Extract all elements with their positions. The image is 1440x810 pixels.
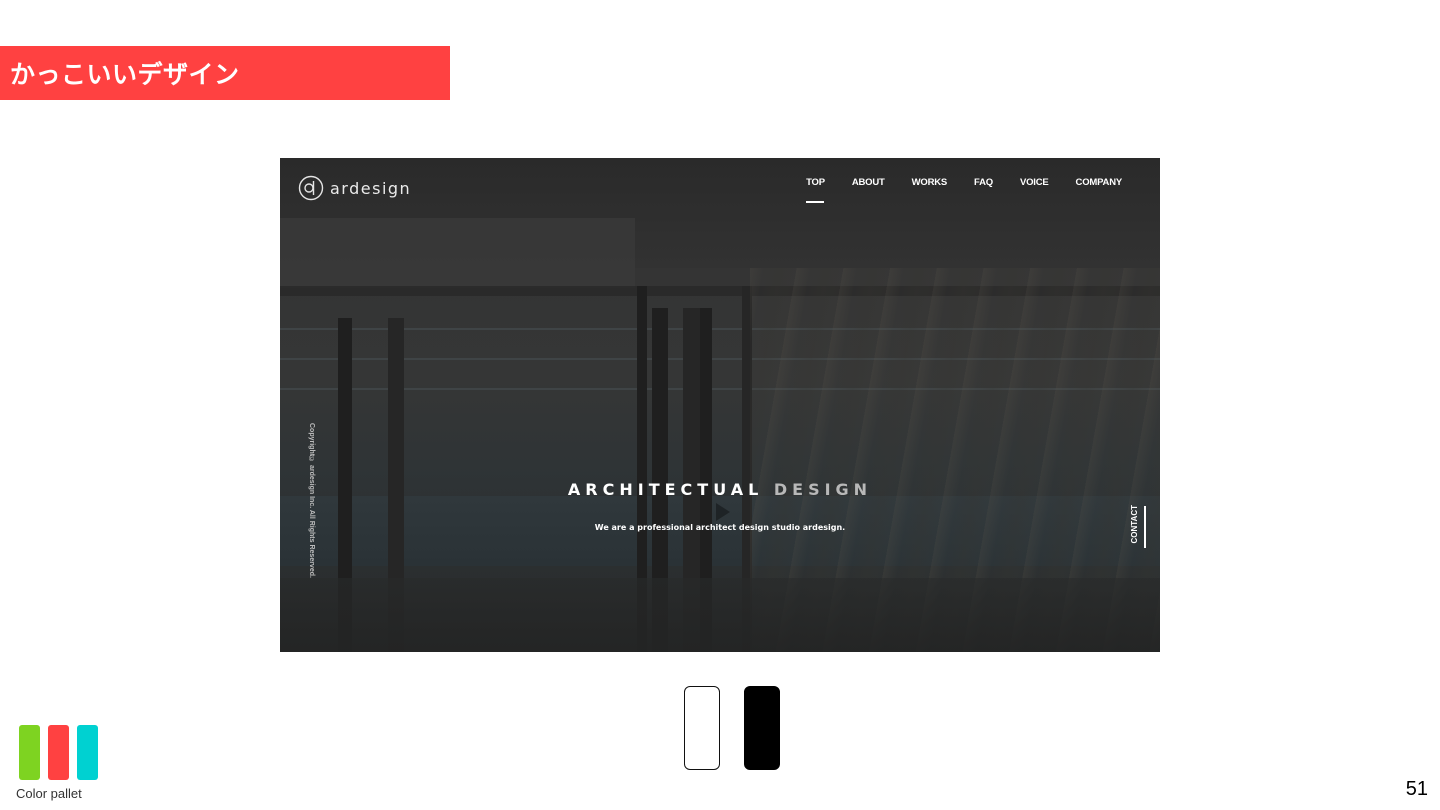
nav-item-works[interactable]: WORKS — [912, 177, 948, 188]
nav-item-about[interactable]: ABOUT — [852, 177, 885, 188]
floor — [280, 578, 1160, 652]
color-swatch-white — [684, 686, 720, 770]
hero-title: ARCHITECTUAL DESIGN — [280, 480, 1160, 499]
nav-item-top[interactable]: TOP — [806, 177, 825, 203]
color-pallet-label: Color pallet — [16, 786, 82, 801]
hero-subtitle: We are a professional architect design s… — [594, 523, 846, 532]
pallet-green-bar — [19, 725, 40, 780]
contact-link[interactable]: CONTACT — [1130, 505, 1139, 544]
pallet-red-bar — [48, 725, 69, 780]
nav-item-company[interactable]: COMPANY — [1076, 177, 1123, 188]
hero-title-word-1: ARCHITECTUAL — [567, 480, 764, 499]
site-logo[interactable]: ardesign — [298, 175, 411, 201]
nav-item-voice[interactable]: VOICE — [1020, 177, 1049, 188]
ardesign-logo-icon — [298, 175, 324, 201]
main-nav: TOP ABOUT WORKS FAQ VOICE COMPANY — [779, 177, 1123, 203]
website-screenshot: ardesign TOP ABOUT WORKS FAQ VOICE COMPA… — [280, 158, 1160, 652]
ceiling-block — [280, 218, 635, 288]
nav-item-faq[interactable]: FAQ — [974, 177, 993, 188]
hero-title-word-2: DESIGN — [773, 480, 873, 499]
play-icon[interactable] — [716, 503, 730, 521]
pallet-cyan-bar — [77, 725, 98, 780]
contact-underline — [1144, 506, 1146, 548]
logo-text: ardesign — [330, 178, 412, 198]
slide-title: かっこいいデザイン — [10, 60, 240, 89]
slide-title-banner: かっこいいデザイン — [0, 46, 450, 100]
color-swatch-black — [744, 686, 780, 770]
page-number: 51 — [1405, 778, 1428, 800]
copyright-text: Copyright© ardesign Inc. All Rights Rese… — [308, 423, 315, 578]
